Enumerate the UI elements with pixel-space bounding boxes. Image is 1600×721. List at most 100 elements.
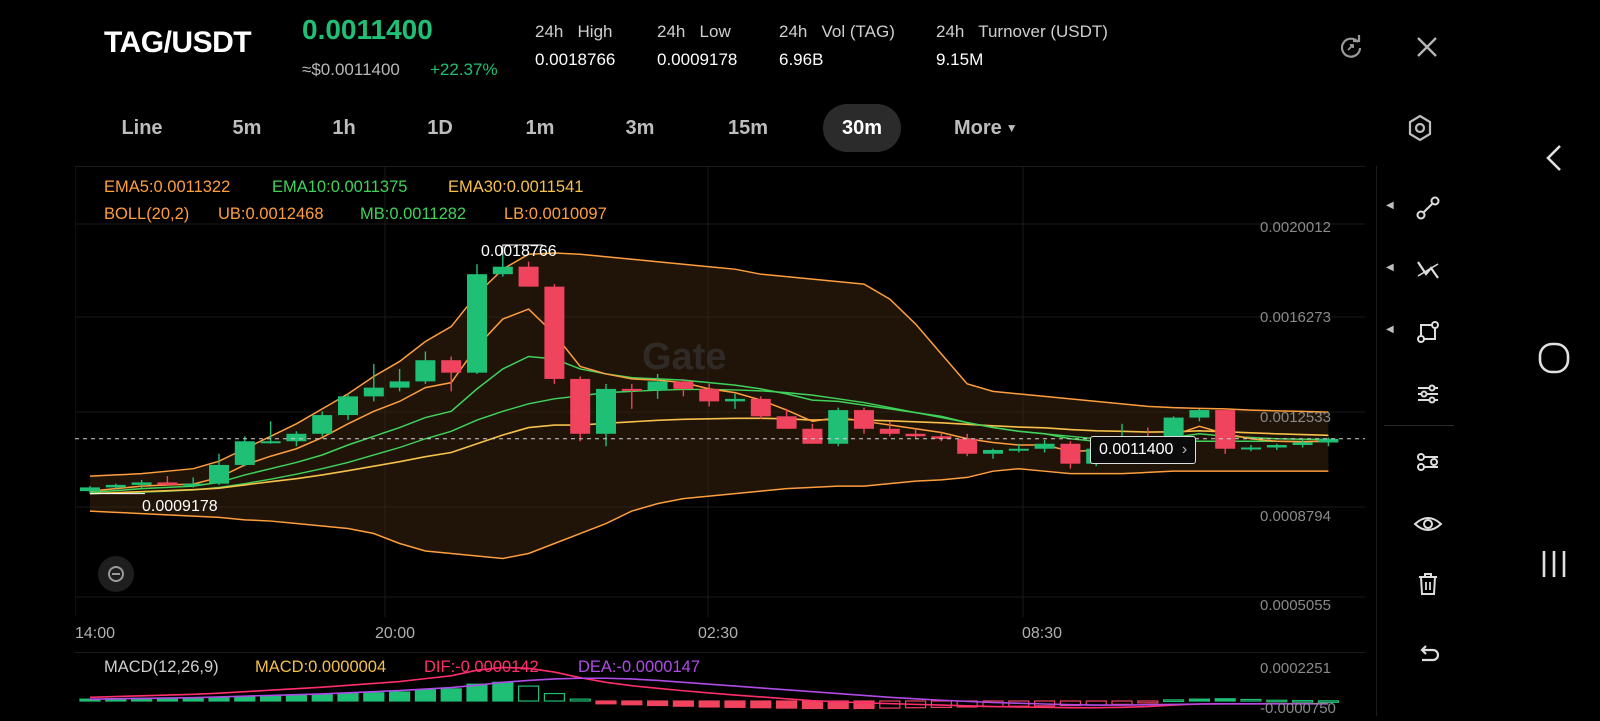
- ema10-legend: EMA10:0.0011375: [272, 178, 408, 196]
- macd-histogram-bar: [543, 692, 565, 702]
- stat-low-value: 0.0009178: [657, 50, 738, 69]
- candle-body: [312, 415, 333, 434]
- macd-histogram-bar: [672, 700, 695, 707]
- macd-histogram-bar: [569, 698, 591, 702]
- candle-body: [1215, 410, 1236, 449]
- candle-body: [363, 387, 384, 397]
- delete-icon[interactable]: [1406, 562, 1450, 606]
- macd-histogram-bar: [285, 694, 307, 702]
- candle-body: [596, 388, 616, 434]
- last-price: 0.0011400: [302, 14, 433, 45]
- tab-3m[interactable]: 3m: [608, 104, 672, 152]
- price-tick: 0.0005055: [1260, 597, 1331, 614]
- nav-back-icon[interactable]: [1536, 140, 1572, 176]
- tab-1h[interactable]: 1h: [312, 104, 376, 152]
- stat-vol-label: 24h Vol (TAG): [779, 22, 895, 41]
- candle-body: [105, 484, 126, 488]
- macd-histogram-bar: [234, 695, 256, 702]
- macd-histogram-bar: [311, 693, 333, 702]
- price-change: +22.37%: [430, 60, 498, 79]
- candle-body: [260, 441, 281, 444]
- price-tick: 0.0012533: [1260, 409, 1331, 426]
- tab-30m[interactable]: 30m: [823, 104, 901, 152]
- macd-histogram-bar: [363, 692, 385, 702]
- macd-histogram-bar: [801, 700, 824, 710]
- current-price-tag[interactable]: 0.0011400 ›: [1090, 436, 1197, 464]
- candle-body: [1189, 410, 1210, 418]
- indicator-icon[interactable]: [1406, 440, 1450, 484]
- chevron-right-icon: ›: [1181, 441, 1188, 458]
- price-tick: 0.0020012: [1260, 219, 1331, 236]
- time-tick: 08:30: [1022, 625, 1063, 642]
- refresh-icon[interactable]: [1336, 32, 1366, 62]
- trend-tool-icon[interactable]: [1406, 248, 1450, 292]
- candle-body: [621, 388, 642, 391]
- macd-value: MACD:0.0000004: [255, 658, 387, 676]
- candle-body: [441, 360, 462, 373]
- candle-body: [1060, 443, 1081, 464]
- stat-high-label: 24h High: [535, 22, 613, 41]
- visibility-icon[interactable]: [1406, 502, 1450, 546]
- time-tick: 20:00: [375, 625, 416, 642]
- candle-body: [1034, 443, 1055, 449]
- macd-histogram-bar: [1214, 698, 1236, 702]
- candle-body: [750, 398, 771, 417]
- candle-body: [183, 483, 204, 486]
- line-tool-icon[interactable]: [1406, 186, 1450, 230]
- tab-line[interactable]: Line: [106, 104, 178, 152]
- macd-histogram-bar: [724, 700, 746, 708]
- macd-histogram-bar: [337, 692, 359, 702]
- tab-15m[interactable]: 15m: [712, 104, 784, 152]
- time-tick: 02:30: [698, 625, 739, 642]
- macd-histogram-bar: [1162, 699, 1185, 702]
- candle-body: [802, 428, 823, 444]
- more-dropdown[interactable]: More ▼: [954, 104, 1036, 152]
- candle-body: [776, 416, 797, 429]
- more-label: More: [954, 117, 1002, 139]
- candle-body: [415, 360, 436, 382]
- candle-body: [905, 433, 926, 437]
- candle-body: [286, 433, 307, 442]
- macd-histogram-bar: [414, 689, 436, 702]
- candlestick-chart[interactable]: [75, 166, 1365, 617]
- chart-settings-icon[interactable]: [1404, 112, 1436, 144]
- boll-lb-legend: LB:0.0010097: [504, 205, 607, 223]
- ema30-legend: EMA30:0.0011541: [448, 178, 584, 196]
- close-icon[interactable]: [1412, 32, 1442, 62]
- candle-body: [389, 381, 410, 388]
- toolbar-divider: [1376, 166, 1377, 716]
- candle-body: [570, 378, 591, 434]
- candle-body: [725, 398, 745, 402]
- candle-body: [879, 428, 900, 434]
- settings-sliders-icon[interactable]: [1406, 372, 1450, 416]
- macd-histogram-bar: [518, 685, 540, 702]
- current-price-value: 0.0011400: [1099, 441, 1174, 458]
- tab-1d[interactable]: 1D: [408, 104, 472, 152]
- shape-tool-icon[interactable]: [1406, 310, 1450, 354]
- pair-title[interactable]: TAG/USDT: [104, 26, 252, 60]
- usd-price: ≈$0.0011400: [302, 60, 400, 79]
- tab-5m[interactable]: 5m: [212, 104, 282, 152]
- stat-vol-value: 6.96B: [779, 50, 824, 69]
- caret-left-icon: ◀: [1386, 324, 1394, 335]
- candle-body: [647, 381, 668, 391]
- candle-body: [209, 464, 229, 484]
- candle-body: [338, 396, 358, 416]
- gate-watermark: Gate: [642, 336, 726, 379]
- tab-1m[interactable]: 1m: [508, 104, 572, 152]
- stat-turnover-value: 9.15M: [936, 50, 984, 69]
- candle-body: [544, 286, 565, 379]
- undo-icon[interactable]: [1406, 632, 1450, 676]
- ema5-legend: EMA5:0.0011322: [104, 178, 231, 196]
- time-tick: 14:00: [75, 625, 116, 642]
- candle-body: [80, 487, 100, 492]
- nav-home-icon[interactable]: [1536, 340, 1572, 376]
- candle-body: [131, 482, 152, 485]
- reset-zoom-button[interactable]: [98, 556, 134, 592]
- caret-left-icon: ◀: [1386, 262, 1394, 273]
- macd-histogram-bar: [1137, 700, 1159, 704]
- candle-body: [492, 266, 513, 275]
- macd-tick: 0.0002251: [1260, 660, 1331, 677]
- macd-histogram-bar: [260, 695, 282, 702]
- nav-recents-icon[interactable]: [1536, 546, 1572, 582]
